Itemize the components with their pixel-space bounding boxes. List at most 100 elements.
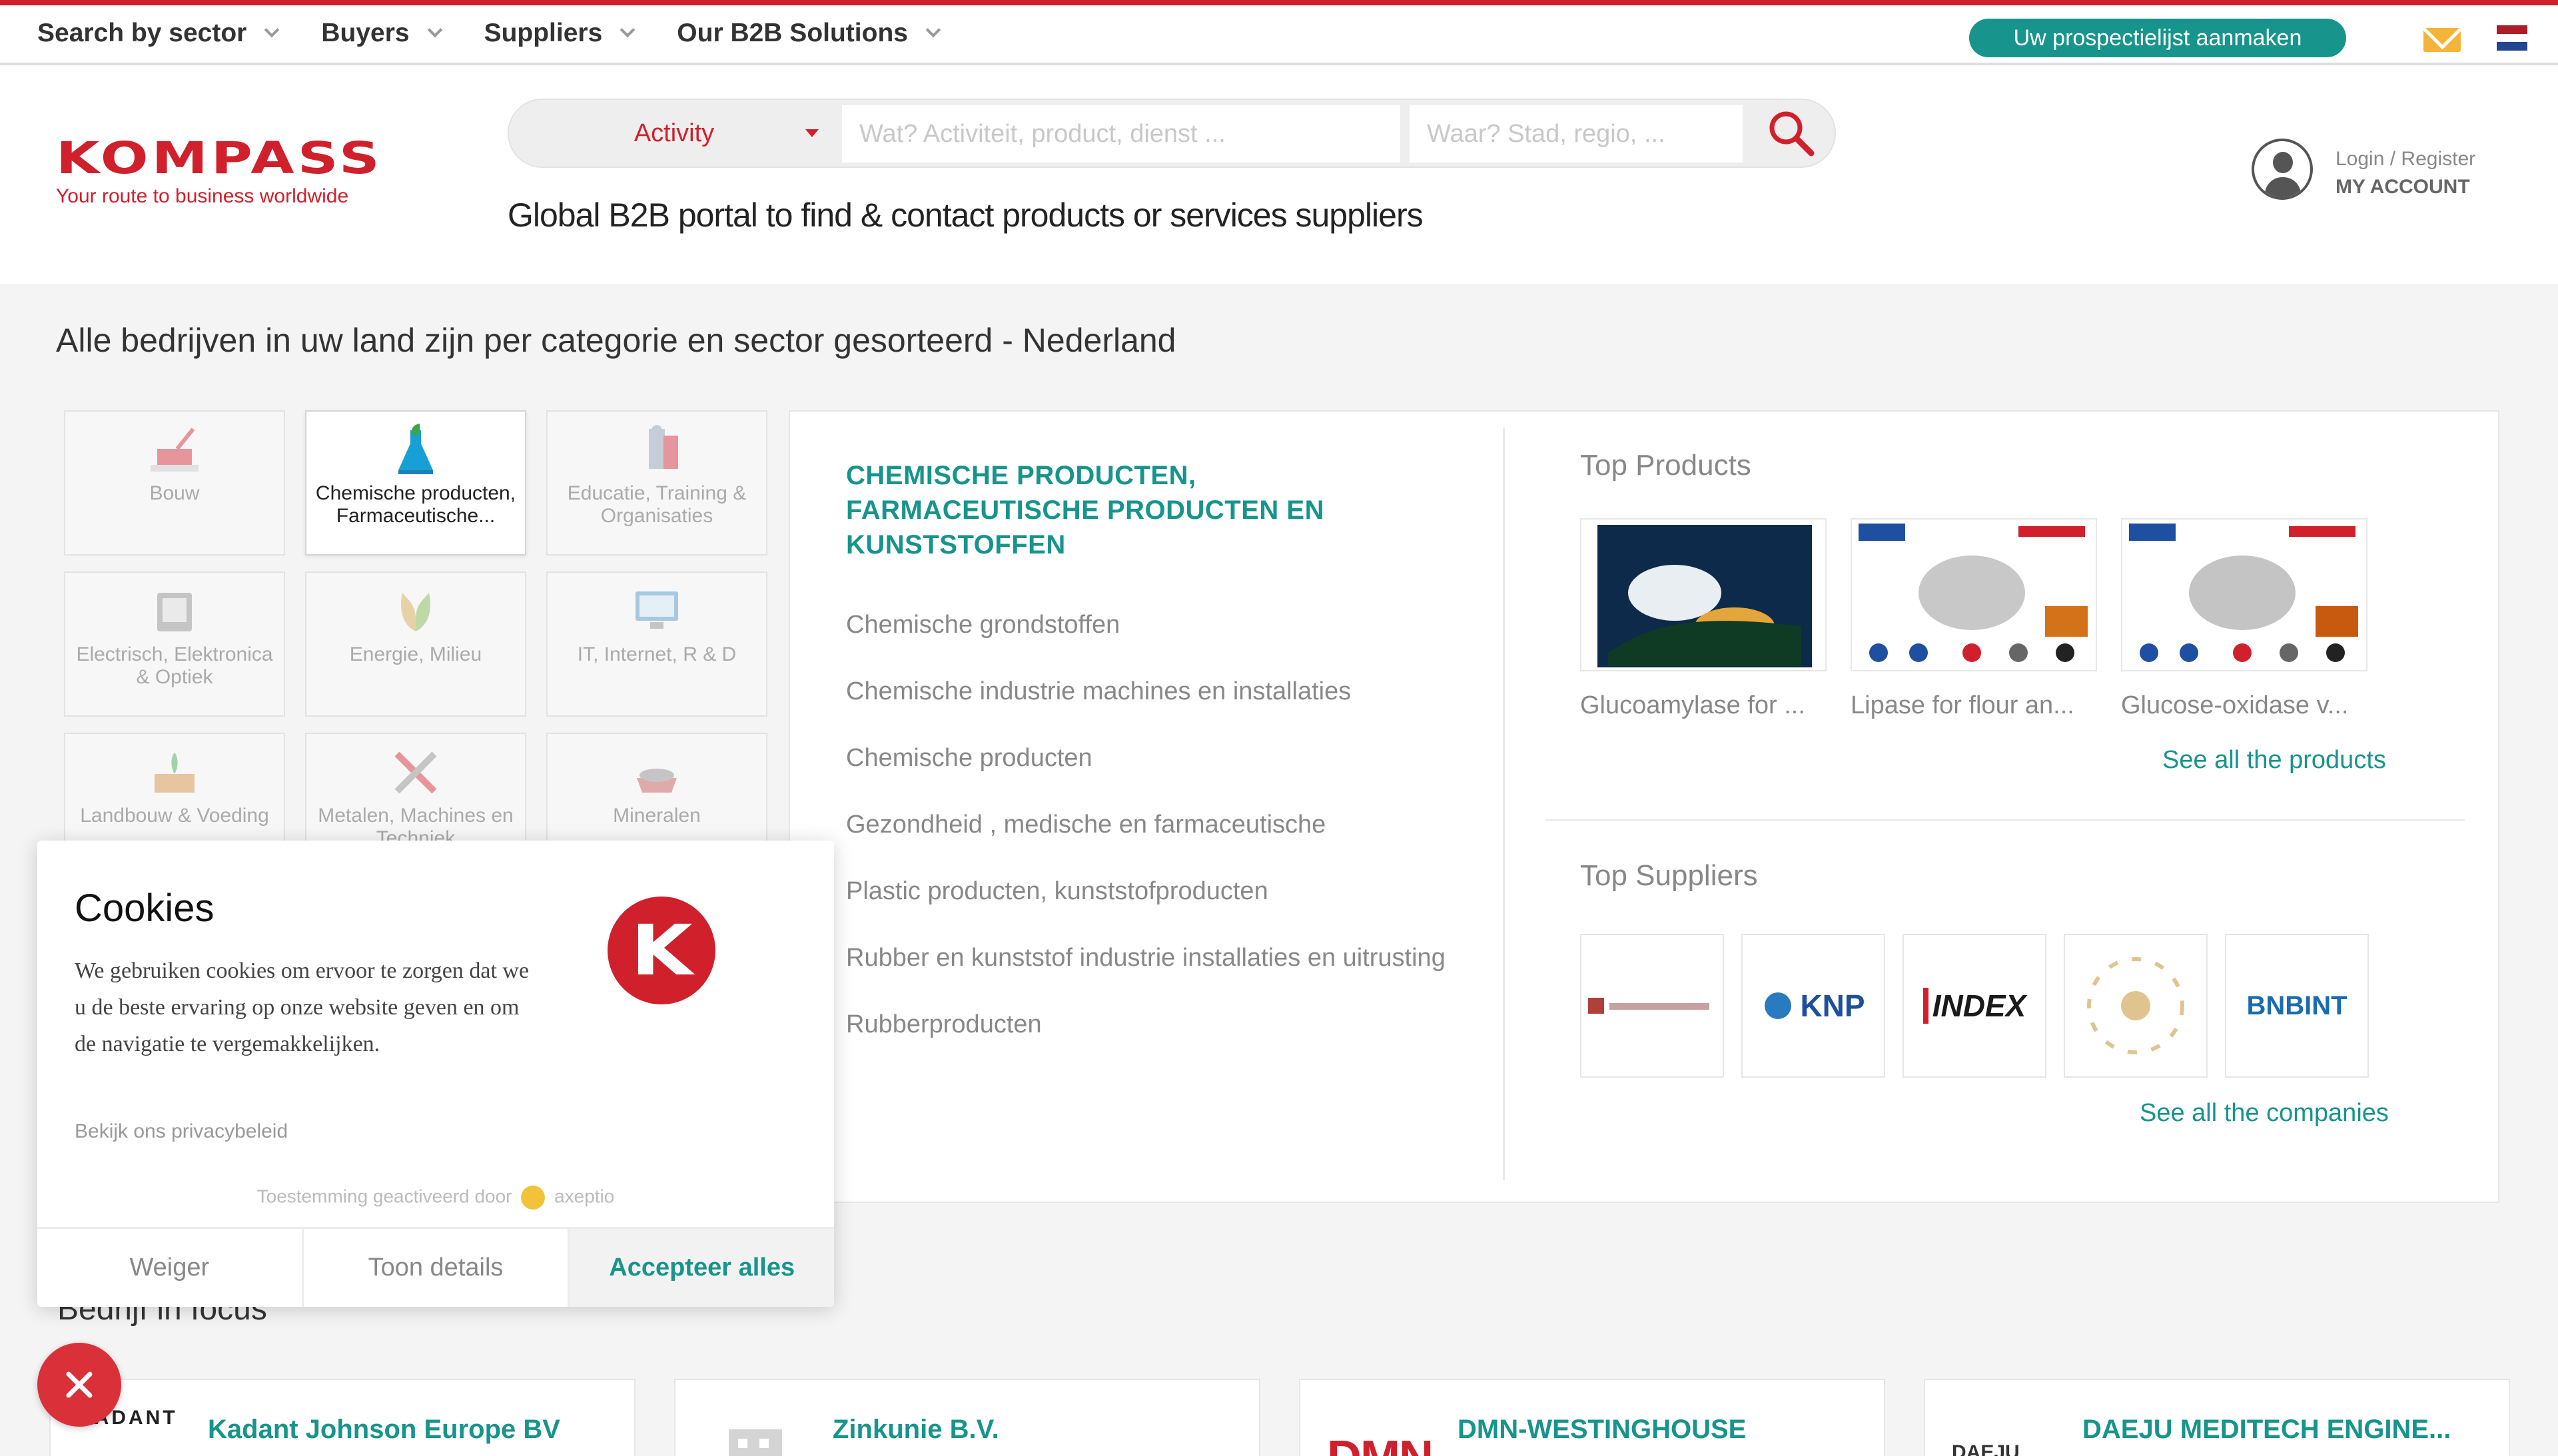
mail-icon[interactable] — [2423, 28, 2461, 52]
tools-icon — [394, 751, 437, 794]
close-icon — [66, 1371, 93, 1398]
category-title: CHEMISCHE PRODUCTEN, FARMACEUTISCHE PROD… — [846, 461, 1324, 559]
logo-tagline: Your route to business worldwide — [56, 185, 349, 207]
product-card[interactable]: Glucose-oxidase v... — [2121, 518, 2377, 720]
cookie-title: Cookies — [75, 887, 214, 930]
kompass-logo[interactable]: KOMPASS Your route to business worldwide — [56, 137, 380, 208]
chevron-down-icon — [264, 22, 280, 38]
login-register-link[interactable]: Login / Register — [2336, 148, 2475, 171]
subcategory-list: Chemische grondstoffen Chemische industr… — [846, 606, 1446, 1072]
top-navigation-bar: Search by sector Buyers Suppliers Our B2… — [0, 0, 2558, 65]
subcategory-link[interactable]: Rubber en kunststof industrie installati… — [846, 939, 1446, 976]
nav-label: Buyers — [321, 19, 410, 47]
create-prospect-list-button[interactable]: Uw prospectielijst aanmaken — [1969, 19, 2346, 57]
agriculture-icon — [155, 753, 195, 793]
sector-label: Chemische producten, Farmaceutische... — [315, 482, 516, 527]
product-card[interactable]: Lipase for flour an... — [1851, 518, 2106, 720]
cookie-consent-dialog: Cookies We gebruiken cookies om ervoor t… — [37, 841, 834, 1307]
nav-b2b-solutions[interactable]: Our B2B Solutions — [677, 19, 941, 48]
sector-tile-educatie[interactable]: Educatie, Training & Organisaties — [546, 410, 767, 555]
focus-company-card[interactable]: DMN DMN-WESTINGHOUSE — [1299, 1379, 1885, 1456]
see-all-products-link[interactable]: See all the products — [2162, 746, 2386, 775]
subcategory-link[interactable]: Chemische grondstoffen — [846, 606, 1446, 643]
subcategory-link[interactable]: Chemische producten — [846, 739, 1446, 777]
sector-tile-it[interactable]: IT, Internet, R & D — [546, 571, 767, 717]
minerals-icon — [637, 769, 677, 793]
activity-dropdown[interactable]: Activity — [509, 100, 839, 167]
chevron-down-icon — [427, 22, 442, 38]
section-title: Alle bedrijven in uw land zijn per categ… — [56, 322, 1176, 359]
netherlands-flag-icon[interactable] — [2497, 25, 2527, 51]
activity-label: Activity — [634, 119, 715, 147]
k-letter: K — [630, 910, 693, 991]
user-icon — [2252, 139, 2313, 200]
product-card[interactable]: Glucoamylase for ... — [1580, 518, 1836, 720]
my-account-label: MY ACCOUNT — [2336, 176, 2470, 198]
search-bar: Activity — [508, 99, 1836, 168]
axeptio-icon — [521, 1186, 546, 1210]
search-button[interactable] — [1747, 100, 1836, 167]
globe-icon — [1765, 992, 1792, 1019]
company-name: DMN-WESTINGHOUSE — [1458, 1415, 1747, 1444]
what-search-input[interactable] — [842, 105, 1400, 163]
product-name: Glucoamylase for ... — [1580, 691, 1805, 719]
nav-suppliers[interactable]: Suppliers — [484, 19, 636, 48]
panel-divider — [1503, 428, 1505, 1180]
show-details-button[interactable]: Toon details — [303, 1229, 570, 1307]
subcategory-link[interactable]: Chemische industrie machines en installa… — [846, 673, 1446, 710]
computer-icon — [636, 591, 678, 629]
where-search-input[interactable] — [1410, 105, 1743, 163]
sector-tile-bouw[interactable]: Bouw — [64, 410, 285, 555]
sector-label: Energie, Milieu — [349, 643, 482, 665]
knp-logo[interactable]: KNP — [1741, 934, 1885, 1078]
privacy-policy-link[interactable]: Bekijk ons privacybeleid — [75, 1120, 288, 1143]
supplier-logo-4[interactable] — [2064, 934, 2208, 1078]
building-icon — [729, 1429, 782, 1456]
chemistry-flask-icon — [398, 424, 433, 474]
nav-search-by-sector[interactable]: Search by sector — [37, 19, 280, 48]
category-panel: CHEMISCHE PRODUCTEN, FARMACEUTISCHE PROD… — [789, 410, 2499, 1203]
powered-brand[interactable]: axeptio — [554, 1186, 614, 1206]
sector-tile-electrisch[interactable]: Electrisch, Elektronica & Optiek — [64, 571, 285, 717]
see-all-companies-link[interactable]: See all the companies — [2140, 1099, 2389, 1128]
top-nav-menu: Search by sector Buyers Suppliers Our B2… — [37, 19, 983, 48]
section-divider — [1545, 819, 2465, 821]
sector-tile-chemische[interactable]: Chemische producten, Farmaceutische... — [305, 410, 526, 555]
company-name: Kadant Johnson Europe BV — [208, 1415, 560, 1444]
powered-by: Toestemming geactiveerd door axeptio — [37, 1186, 834, 1210]
company-name: Zinkunie B.V. — [833, 1415, 999, 1444]
close-cookie-widget-button[interactable] — [37, 1343, 121, 1427]
nav-label: Search by sector — [37, 19, 247, 47]
cookie-description: We gebruiken cookies om ervoor te zorgen… — [75, 958, 530, 1056]
product-image — [2121, 518, 2367, 671]
supplier-logo-4-image — [2087, 957, 2184, 1054]
focus-company-card[interactable]: DAEJU DAEJU MEDITECH ENGINE... — [1924, 1379, 2510, 1456]
supplier-logo-1-image — [1588, 998, 1709, 1014]
subcategory-link[interactable]: Gezondheid , medische en farmaceutische — [846, 806, 1446, 843]
sector-label: Landbouw & Voeding — [80, 805, 269, 827]
focus-company-card[interactable]: KADANT Kadant Johnson Europe BV — [49, 1379, 636, 1456]
sector-label: Electrisch, Elektronica & Optiek — [76, 643, 273, 688]
company-logo: DMN — [1327, 1431, 1434, 1456]
nav-buyers[interactable]: Buyers — [321, 19, 442, 48]
subcategory-link[interactable]: Rubberproducten — [846, 1006, 1446, 1043]
accept-all-cookies-button[interactable]: Accepteer alles — [570, 1229, 834, 1307]
energy-icon — [401, 593, 430, 631]
cookie-buttons: Weiger Toon details Accepteer alles — [37, 1227, 834, 1307]
product-name: Glucose-oxidase v... — [2121, 691, 2349, 719]
construction-icon — [151, 428, 199, 472]
chevron-down-icon — [925, 22, 941, 38]
search-icon — [1769, 111, 1815, 157]
top-products-title: Top Products — [1580, 449, 1751, 482]
nav-label: Our B2B Solutions — [677, 19, 908, 47]
caret-down-icon — [805, 129, 819, 137]
supplier-logo-1[interactable] — [1580, 934, 1724, 1078]
index-logo[interactable]: INDEX — [1903, 934, 2046, 1078]
kompass-k-logo: K — [608, 897, 715, 1004]
reject-cookies-button[interactable]: Weiger — [37, 1229, 304, 1307]
focus-company-card[interactable]: Zinkunie B.V. — [674, 1379, 1260, 1456]
bnbint-logo[interactable]: BNBINT — [2225, 934, 2369, 1078]
chevron-down-icon — [620, 22, 636, 38]
subcategory-link[interactable]: Plastic producten, kunststofproducten — [846, 873, 1446, 910]
sector-tile-energie[interactable]: Energie, Milieu — [305, 571, 526, 717]
